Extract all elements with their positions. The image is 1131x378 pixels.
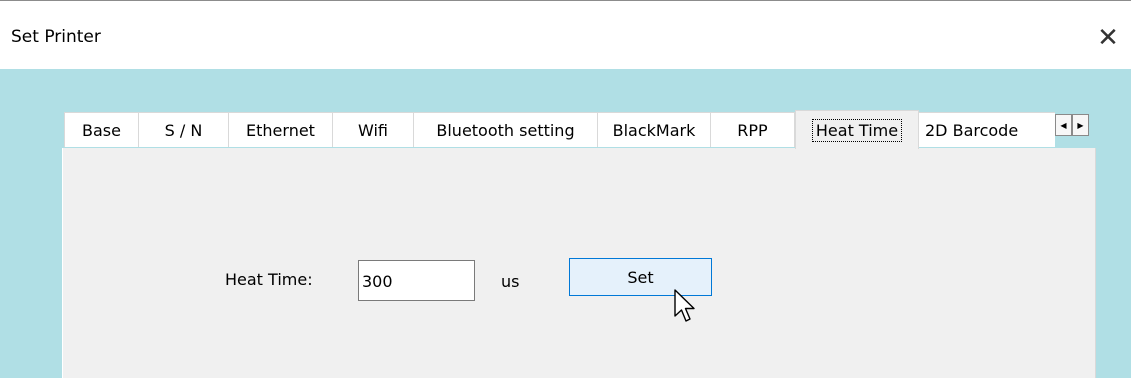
tab-ethernet[interactable]: Ethernet	[229, 112, 333, 147]
tab-label: Bluetooth setting	[436, 120, 575, 140]
window-title: Set Printer	[11, 27, 101, 47]
set-printer-window: Set Printer ✕ Base S / N Ethernet Wifi B…	[0, 0, 1131, 378]
tab-rpp[interactable]: RPP	[711, 112, 795, 147]
heat-time-unit: us	[501, 272, 520, 291]
heat-time-panel: Heat Time: us Set	[62, 148, 1096, 378]
tab-scroll-buttons: ◀ ▶	[1055, 114, 1089, 136]
arrow-left-icon: ◀	[1060, 120, 1067, 130]
tab-bluetooth-setting[interactable]: Bluetooth setting	[414, 112, 598, 147]
tab-scroll-right-button[interactable]: ▶	[1072, 114, 1089, 136]
tab-label: RPP	[737, 120, 768, 140]
tab-blackmark[interactable]: BlackMark	[598, 112, 711, 147]
tab-label: Ethernet	[246, 120, 315, 140]
tab-scroll-left-button[interactable]: ◀	[1055, 114, 1072, 136]
title-bar[interactable]: Set Printer ✕	[0, 1, 1131, 69]
heat-time-input[interactable]	[358, 260, 475, 301]
tab-label: Heat Time	[811, 118, 903, 142]
tab-label: BlackMark	[612, 120, 696, 140]
tab-heat-time[interactable]: Heat Time	[795, 110, 919, 149]
arrow-right-icon: ▶	[1077, 120, 1084, 130]
tab-label: Wifi	[358, 120, 388, 140]
tab-2d-barcode[interactable]: 2D Barcode	[919, 112, 1055, 147]
tab-serial-number[interactable]: S / N	[139, 112, 229, 147]
heat-time-label: Heat Time:	[225, 270, 313, 289]
set-button[interactable]: Set	[569, 258, 712, 296]
set-button-label: Set	[627, 267, 654, 287]
tab-strip: Base S / N Ethernet Wifi Bluetooth setti…	[62, 110, 1096, 149]
tab-control: Base S / N Ethernet Wifi Bluetooth setti…	[62, 110, 1096, 378]
tab-label: 2D Barcode	[925, 120, 1019, 140]
tab-base[interactable]: Base	[64, 112, 139, 147]
dialog-client-area: Base S / N Ethernet Wifi Bluetooth setti…	[0, 69, 1131, 378]
tab-wifi[interactable]: Wifi	[333, 112, 414, 147]
close-button[interactable]: ✕	[1085, 18, 1131, 58]
tab-label: Base	[82, 120, 121, 140]
close-icon: ✕	[1097, 23, 1119, 53]
tab-label: S / N	[164, 120, 203, 140]
